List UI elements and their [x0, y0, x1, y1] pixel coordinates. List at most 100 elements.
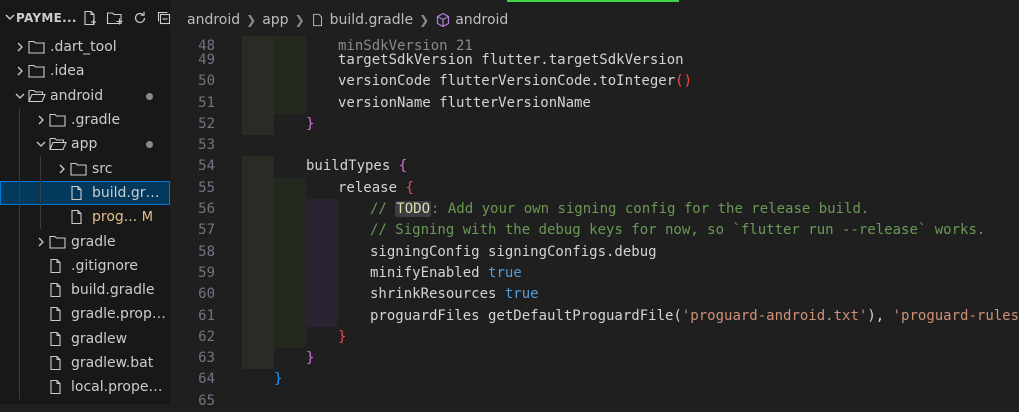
line-number: 55 [198, 179, 215, 196]
explorer-header[interactable]: PAYME... [0, 0, 170, 36]
tree-item-gradlew-bat[interactable]: gradlew.bat [0, 350, 170, 376]
code-line[interactable]: 54 buildTypes { [170, 156, 1019, 178]
code-text: } [338, 328, 347, 345]
indent-guide [242, 262, 274, 285]
code-line[interactable]: 53 [170, 135, 1019, 156]
git-status-badge: M [141, 209, 153, 225]
chevron-down-icon[interactable] [33, 136, 49, 152]
chevron-down-icon[interactable] [12, 88, 28, 104]
chevron-right-icon[interactable] [33, 112, 49, 128]
indent-guide [274, 92, 306, 114]
chevron-right-icon[interactable] [54, 161, 70, 177]
indent-guide [242, 36, 274, 50]
indent-guide [274, 262, 306, 285]
tree-item-build-gradle[interactable]: build.gradle [0, 277, 170, 303]
file-icon [49, 306, 67, 322]
code-line[interactable]: 60 shrinkResources true [170, 284, 1019, 306]
file-icon [312, 13, 322, 27]
folder-open-icon [49, 136, 67, 152]
indent-guide [306, 220, 338, 242]
file-icon [70, 209, 88, 225]
indent-guide [274, 50, 306, 72]
code-line[interactable]: 59 minifyEnabled true [170, 262, 1019, 285]
folder-icon [49, 112, 67, 128]
breadcrumb-item-file[interactable]: build.gradle [311, 12, 413, 28]
code-line[interactable]: 50 versionCode flutterVersionCode.toInteg… [170, 71, 1019, 93]
indent-guide [274, 220, 306, 242]
line-number: 60 [198, 286, 215, 303]
code-text: targetSdkVersion flutter.targetSdkVersio… [338, 52, 684, 68]
line-number: 50 [198, 73, 215, 90]
tree-item-gradle[interactable]: .gradle [0, 107, 170, 133]
chevron-right-icon[interactable] [12, 63, 28, 79]
tree-item-app[interactable]: app [0, 132, 170, 157]
code-line[interactable]: 49 targetSdkVersion flutter.targetSdkVers… [170, 50, 1019, 72]
code-line[interactable]: 48 minSdkVersion 21 [170, 36, 1019, 54]
code-text: versionCode flutterVersionCode.toInteger… [338, 73, 693, 90]
line-number: 61 [198, 307, 215, 324]
line-number: 54 [198, 158, 215, 175]
tree-item-gitignore[interactable]: .gitignore [0, 253, 170, 278]
chevron-down-icon[interactable] [4, 11, 16, 26]
tree-item-dart-tool[interactable]: .dart_tool [0, 35, 170, 59]
code-line[interactable]: 55 release { [170, 177, 1019, 200]
code-line[interactable]: 58 signingConfig signingConfigs.debug [170, 241, 1019, 263]
tree-item-local-properties[interactable]: local.properties [0, 375, 170, 400]
modified-dot-icon [146, 141, 153, 149]
code-line[interactable]: 64} [170, 369, 1019, 390]
code-view[interactable]: 48 minSdkVersion 21 49 targetSdkVersion flu… [170, 36, 1019, 412]
indent-guide [274, 305, 306, 327]
tree-item-idea[interactable]: .idea [0, 59, 170, 83]
new-file-icon[interactable] [82, 10, 98, 26]
code-line[interactable]: 52} [170, 113, 1019, 136]
line-number: 51 [198, 94, 215, 111]
tree-item-prog[interactable]: prog... M [0, 205, 170, 230]
tree-item-gradle-propert[interactable]: gradle.propert... [0, 302, 170, 327]
tree-item-label: gradle [71, 233, 116, 250]
indent-guide [242, 326, 274, 349]
tree-item-build-gradle[interactable]: build.gradle [0, 180, 170, 206]
file-icon [49, 355, 67, 371]
line-number: 49 [198, 52, 215, 68]
indent-guide [306, 262, 338, 285]
explorer-sidebar: PAYME... .dart_tool .idea android .gradle ap… [0, 0, 170, 404]
refresh-icon[interactable] [132, 10, 148, 26]
breadcrumb-item-symbol[interactable]: android [435, 12, 508, 28]
breadcrumb-item-android[interactable]: android [187, 12, 240, 28]
code-line[interactable]: 62} [170, 326, 1019, 349]
module-cube-icon [435, 12, 451, 28]
indent-guide [274, 199, 306, 221]
indent-guide [19, 350, 20, 376]
code-text: minifyEnabled true [370, 264, 522, 281]
new-folder-icon[interactable] [106, 10, 124, 26]
indent-guide [306, 305, 338, 327]
indent-guide [19, 205, 20, 230]
code-text: signingConfig signingConfigs.debug [370, 243, 657, 260]
tree-item-android[interactable]: android [0, 84, 170, 108]
line-number: 57 [198, 222, 215, 239]
code-text: shrinkResources true [370, 286, 539, 303]
tree-item-src[interactable]: src [0, 156, 170, 181]
breadcrumb-item-app[interactable]: app [262, 12, 288, 28]
chevron-right-icon[interactable] [33, 234, 49, 250]
chevron-right-icon[interactable] [12, 39, 28, 55]
code-line[interactable]: 63} [170, 348, 1019, 370]
indent-guide [306, 284, 338, 306]
indent-guide [19, 180, 20, 206]
line-number: 64 [198, 371, 215, 388]
code-line[interactable]: 51 versionName flutterVersionName [170, 92, 1019, 114]
tree-item-gradlew[interactable]: gradlew [0, 326, 170, 351]
file-icon [49, 258, 67, 274]
code-line[interactable]: 61 proguardFiles getDefaultProguardFile('… [170, 305, 1019, 327]
tree-item-gradle[interactable]: gradle [0, 229, 170, 254]
tree-item-label: app [71, 136, 98, 153]
code-line[interactable]: 65 [170, 391, 1019, 412]
code-line[interactable]: 57 // Signing with the debug keys for now… [170, 220, 1019, 242]
collapse-all-icon[interactable] [156, 10, 170, 26]
code-line[interactable]: 56 // TODO: Add your own signing config f… [170, 199, 1019, 221]
indent-guide [19, 107, 20, 133]
